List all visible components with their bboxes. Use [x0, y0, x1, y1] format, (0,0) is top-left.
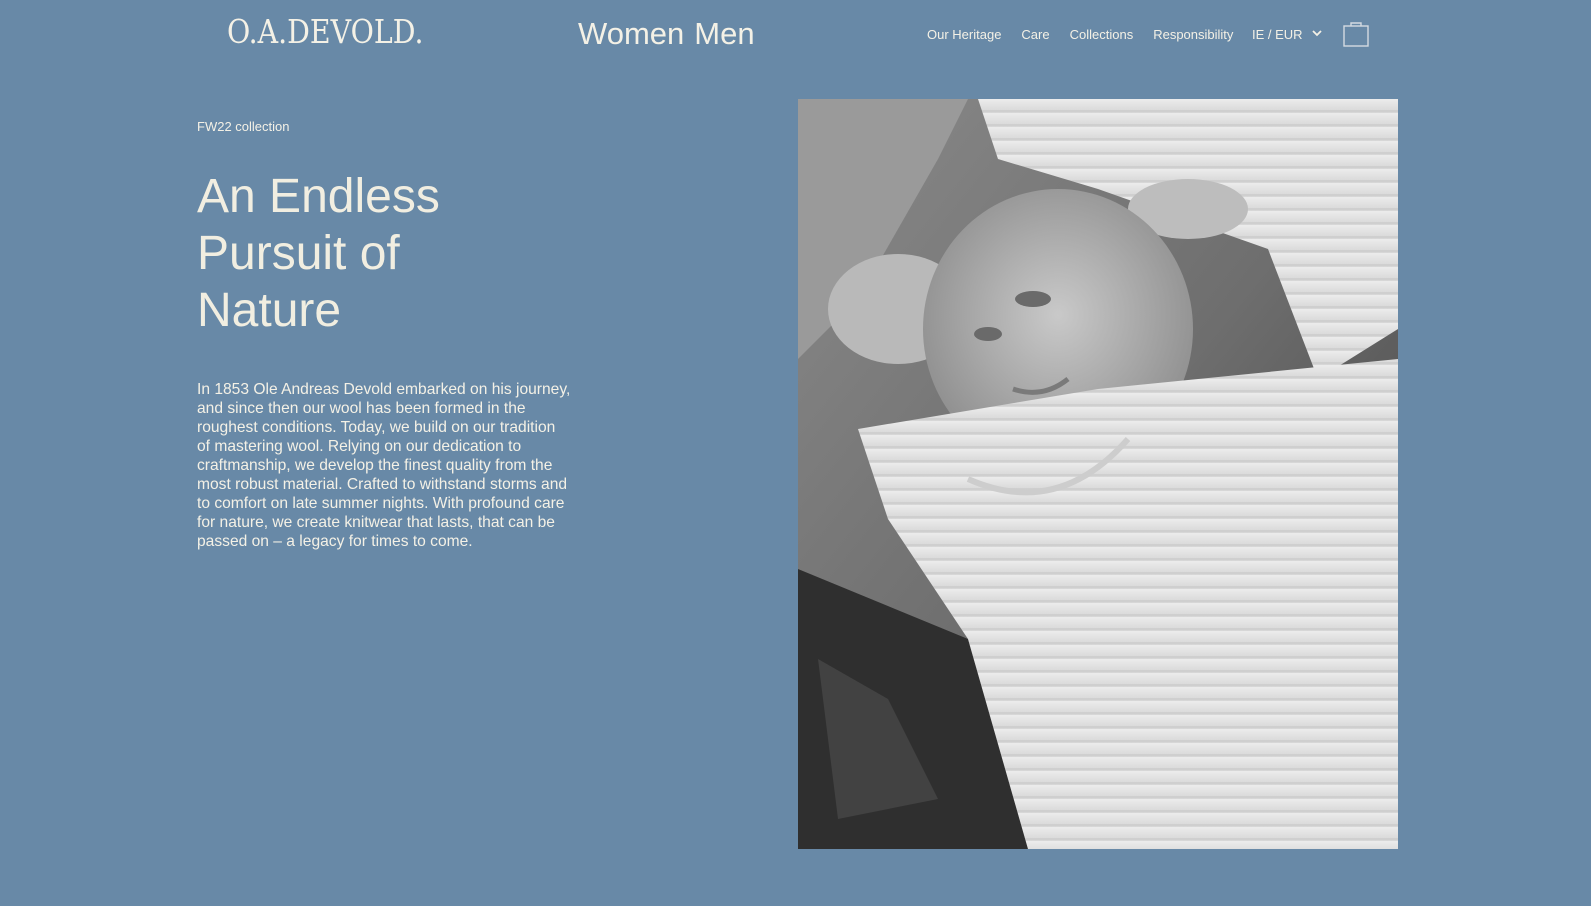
chevron-down-icon: [1312, 30, 1322, 37]
brand-logo[interactable]: O.A.DEVOLD.: [227, 12, 423, 51]
nav-women-link[interactable]: Women: [578, 16, 684, 52]
collection-kicker: FW22 collection: [197, 119, 290, 134]
nav-care-link[interactable]: Care: [1021, 27, 1049, 42]
gender-nav: Women Men: [578, 16, 755, 52]
page-title: An Endless Pursuit of Nature: [197, 170, 440, 337]
hero-photo-illustration: [798, 99, 1398, 849]
nav-collections-link[interactable]: Collections: [1070, 27, 1134, 42]
nav-responsibility-link[interactable]: Responsibility: [1153, 27, 1233, 42]
site-header: O.A.DEVOLD. Women Men Our Heritage Care …: [0, 0, 1591, 72]
hero-photo: [798, 99, 1398, 849]
nav-men-link[interactable]: Men: [694, 16, 754, 52]
intro-paragraph: In 1853 Ole Andreas Devold embarked on h…: [197, 381, 571, 550]
nav-our-heritage-link[interactable]: Our Heritage: [927, 27, 1001, 42]
shopping-bag-icon[interactable]: [1342, 20, 1370, 48]
locale-label: IE / EUR: [1252, 27, 1303, 42]
locale-selector[interactable]: IE / EUR: [1252, 27, 1322, 42]
main-nav: Our Heritage Care Collections Responsibi…: [927, 27, 1253, 42]
